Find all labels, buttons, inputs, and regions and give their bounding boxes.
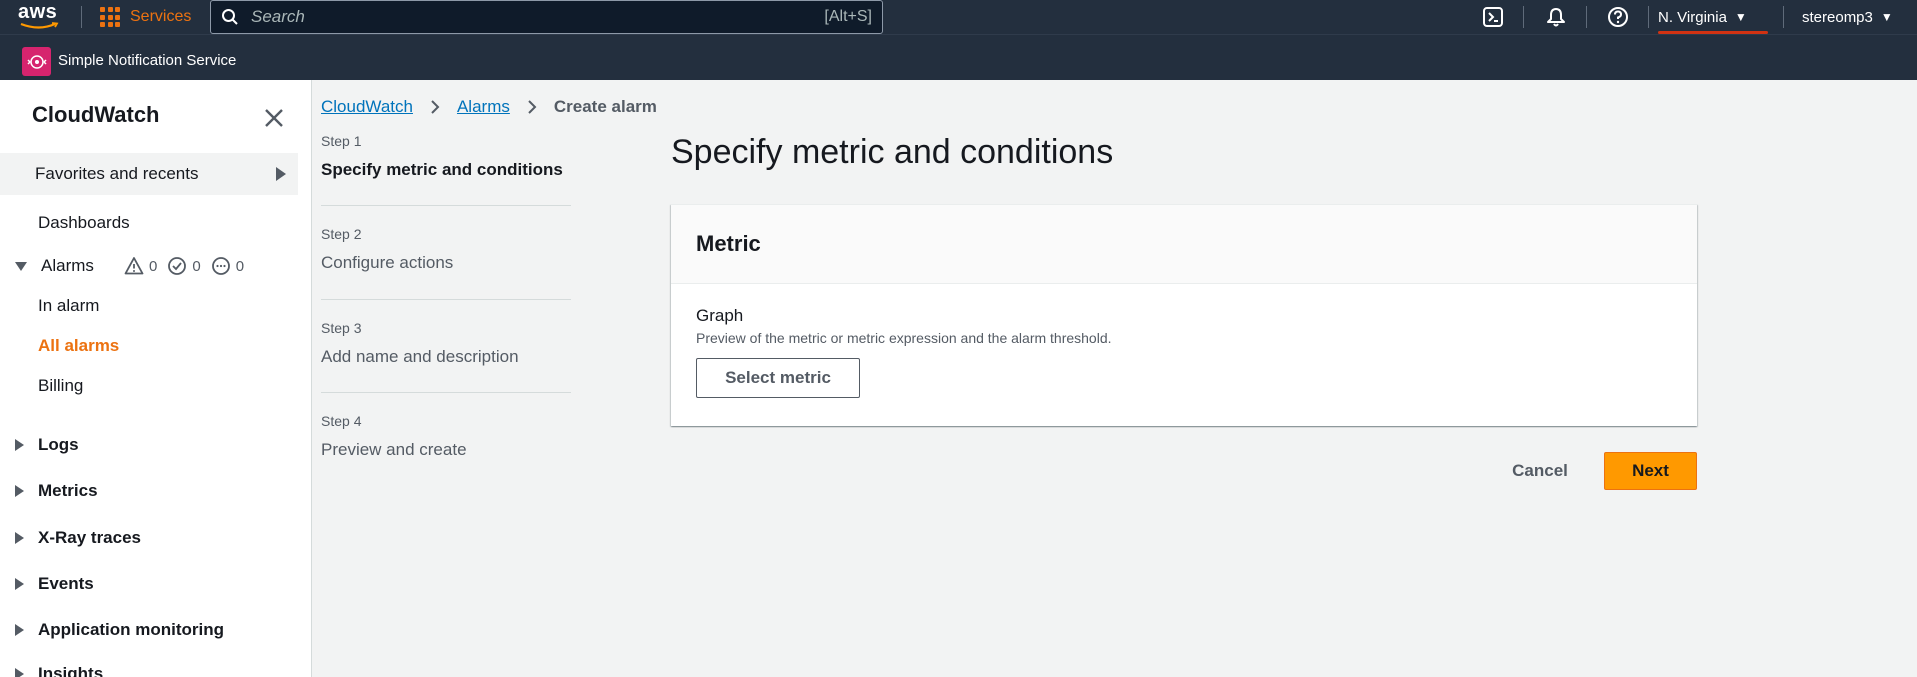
sidebar-item-insights[interactable]: Insights	[15, 664, 103, 677]
check-circle-icon	[168, 257, 187, 275]
chevron-right-icon	[528, 100, 537, 114]
favorites-bar: Simple Notification Service	[0, 34, 1917, 80]
breadcrumb: CloudWatch Alarms Create alarm	[321, 97, 657, 117]
sidebar-item-xray-traces[interactable]: X-Ray traces	[15, 528, 141, 548]
graph-label: Graph	[696, 306, 744, 325]
caret-right-icon	[15, 578, 24, 590]
insufficient-data-count[interactable]: 0	[211, 256, 244, 276]
sidebar-item-dashboards[interactable]: Dashboards	[38, 213, 130, 233]
alarm-state-counts: 0 0 0	[124, 256, 244, 276]
page-title: Specify metric and conditions	[671, 133, 1114, 171]
account-menu[interactable]: stereomp3 ▼	[1802, 0, 1893, 34]
aws-smile-icon	[20, 22, 59, 29]
wizard-step-4[interactable]: Step 4 Preview and create	[321, 393, 571, 473]
caret-right-icon	[15, 439, 24, 451]
step-title: Preview and create	[321, 440, 467, 459]
sidebar-item-all-alarms[interactable]: All alarms	[38, 336, 119, 356]
step-title: Configure actions	[321, 253, 454, 272]
search-shortcut: [Alt+S]	[824, 8, 872, 25]
sidebar-item-label: Alarms	[41, 256, 94, 275]
sidebar-item-events[interactable]: Events	[15, 574, 94, 594]
step-number: Step 3	[321, 320, 362, 336]
cancel-button[interactable]: Cancel	[1500, 452, 1580, 490]
caret-down-icon	[15, 261, 27, 271]
select-metric-button[interactable]: Select metric	[696, 358, 860, 398]
region-label: N. Virginia	[1658, 8, 1727, 26]
metric-container-header: Metric	[671, 205, 1697, 284]
caret-right-icon	[15, 532, 24, 544]
sidebar-item-label: Favorites and recents	[35, 164, 199, 183]
sidebar-item-alarms[interactable]: Alarms	[15, 256, 94, 276]
sidebar-item-label: X-Ray traces	[38, 528, 142, 547]
sidebar-item-label: Application monitoring	[38, 620, 225, 639]
sidebar-title: CloudWatch	[32, 102, 160, 127]
sns-service-icon[interactable]	[22, 47, 51, 76]
breadcrumb-current: Create alarm	[553, 97, 657, 116]
top-navigation: aws Services [Alt+S] N. Vi	[0, 0, 1917, 34]
chevron-right-icon	[431, 100, 440, 114]
sidebar-item-application-monitoring[interactable]: Application monitoring	[15, 620, 224, 640]
caret-right-icon	[15, 624, 24, 636]
search-input[interactable]	[251, 7, 825, 27]
region-selector[interactable]: N. Virginia ▼	[1658, 0, 1747, 34]
cloudshell-icon[interactable]	[1482, 6, 1504, 28]
services-menu-button[interactable]: Services	[100, 0, 191, 34]
caret-down-icon: ▼	[1880, 10, 1893, 24]
sidebar-item-label: Insights	[38, 664, 104, 677]
caret-right-icon	[15, 668, 24, 677]
ok-count[interactable]: 0	[167, 256, 201, 276]
aws-logo-text: aws	[18, 1, 58, 23]
step-title: Specify metric and conditions	[321, 160, 563, 179]
step-title: Add name and description	[321, 347, 519, 366]
sidebar-item-in-alarm[interactable]: In alarm	[38, 296, 99, 316]
ellipsis-circle-icon	[211, 257, 230, 275]
warning-icon	[124, 257, 144, 275]
caret-down-icon: ▼	[1734, 10, 1747, 24]
sidebar: CloudWatch Favorites and recents Dashboa…	[0, 80, 312, 677]
step-number: Step 2	[321, 226, 362, 242]
nav-divider	[1586, 6, 1587, 28]
sidebar-item-favorites[interactable]: Favorites and recents	[0, 153, 298, 195]
in-alarm-count[interactable]: 0	[124, 256, 157, 276]
close-icon[interactable]	[262, 106, 286, 130]
next-button[interactable]: Next	[1604, 452, 1697, 490]
wizard-step-3[interactable]: Step 3 Add name and description	[321, 300, 571, 393]
sidebar-item-logs[interactable]: Logs	[15, 435, 79, 455]
breadcrumb-alarms-link[interactable]: Alarms	[457, 97, 510, 117]
breadcrumb-cloudwatch-link[interactable]: CloudWatch	[321, 97, 413, 117]
step-number: Step 1	[321, 133, 362, 149]
aws-logo[interactable]: aws	[18, 2, 62, 32]
nav-divider	[1648, 6, 1649, 28]
caret-right-icon	[276, 167, 286, 181]
sns-icon	[26, 54, 47, 69]
metric-container-body: Graph Preview of the metric or metric ex…	[671, 284, 1697, 420]
sidebar-item-label: Metrics	[38, 481, 98, 500]
graph-description: Preview of the metric or metric expressi…	[696, 330, 1112, 346]
sidebar-item-label: Logs	[38, 435, 79, 454]
wizard-step-1: Step 1 Specify metric and conditions	[321, 133, 571, 206]
account-label: stereomp3	[1802, 8, 1873, 26]
services-label: Services	[130, 8, 192, 25]
wizard-step-2[interactable]: Step 2 Configure actions	[321, 206, 571, 300]
nav-divider	[1523, 6, 1524, 28]
step-number: Step 4	[321, 413, 362, 429]
sidebar-item-metrics[interactable]: Metrics	[15, 481, 98, 501]
sidebar-item-label: Events	[38, 574, 94, 593]
favorite-service-link[interactable]: Simple Notification Service	[58, 52, 236, 69]
nav-divider	[81, 6, 82, 28]
metric-container-title: Metric	[696, 231, 761, 256]
caret-right-icon	[15, 485, 24, 497]
sidebar-item-billing[interactable]: Billing	[38, 376, 83, 396]
wizard-steps: Step 1 Specify metric and conditions Ste…	[321, 133, 571, 473]
bell-icon[interactable]	[1545, 6, 1567, 28]
nav-divider	[1783, 6, 1784, 28]
services-grid-icon	[100, 7, 120, 27]
search-icon	[222, 9, 238, 25]
search-bar[interactable]: [Alt+S]	[210, 0, 883, 34]
help-icon[interactable]	[1607, 6, 1629, 28]
metric-container: Metric Graph Preview of the metric or me…	[671, 204, 1697, 426]
